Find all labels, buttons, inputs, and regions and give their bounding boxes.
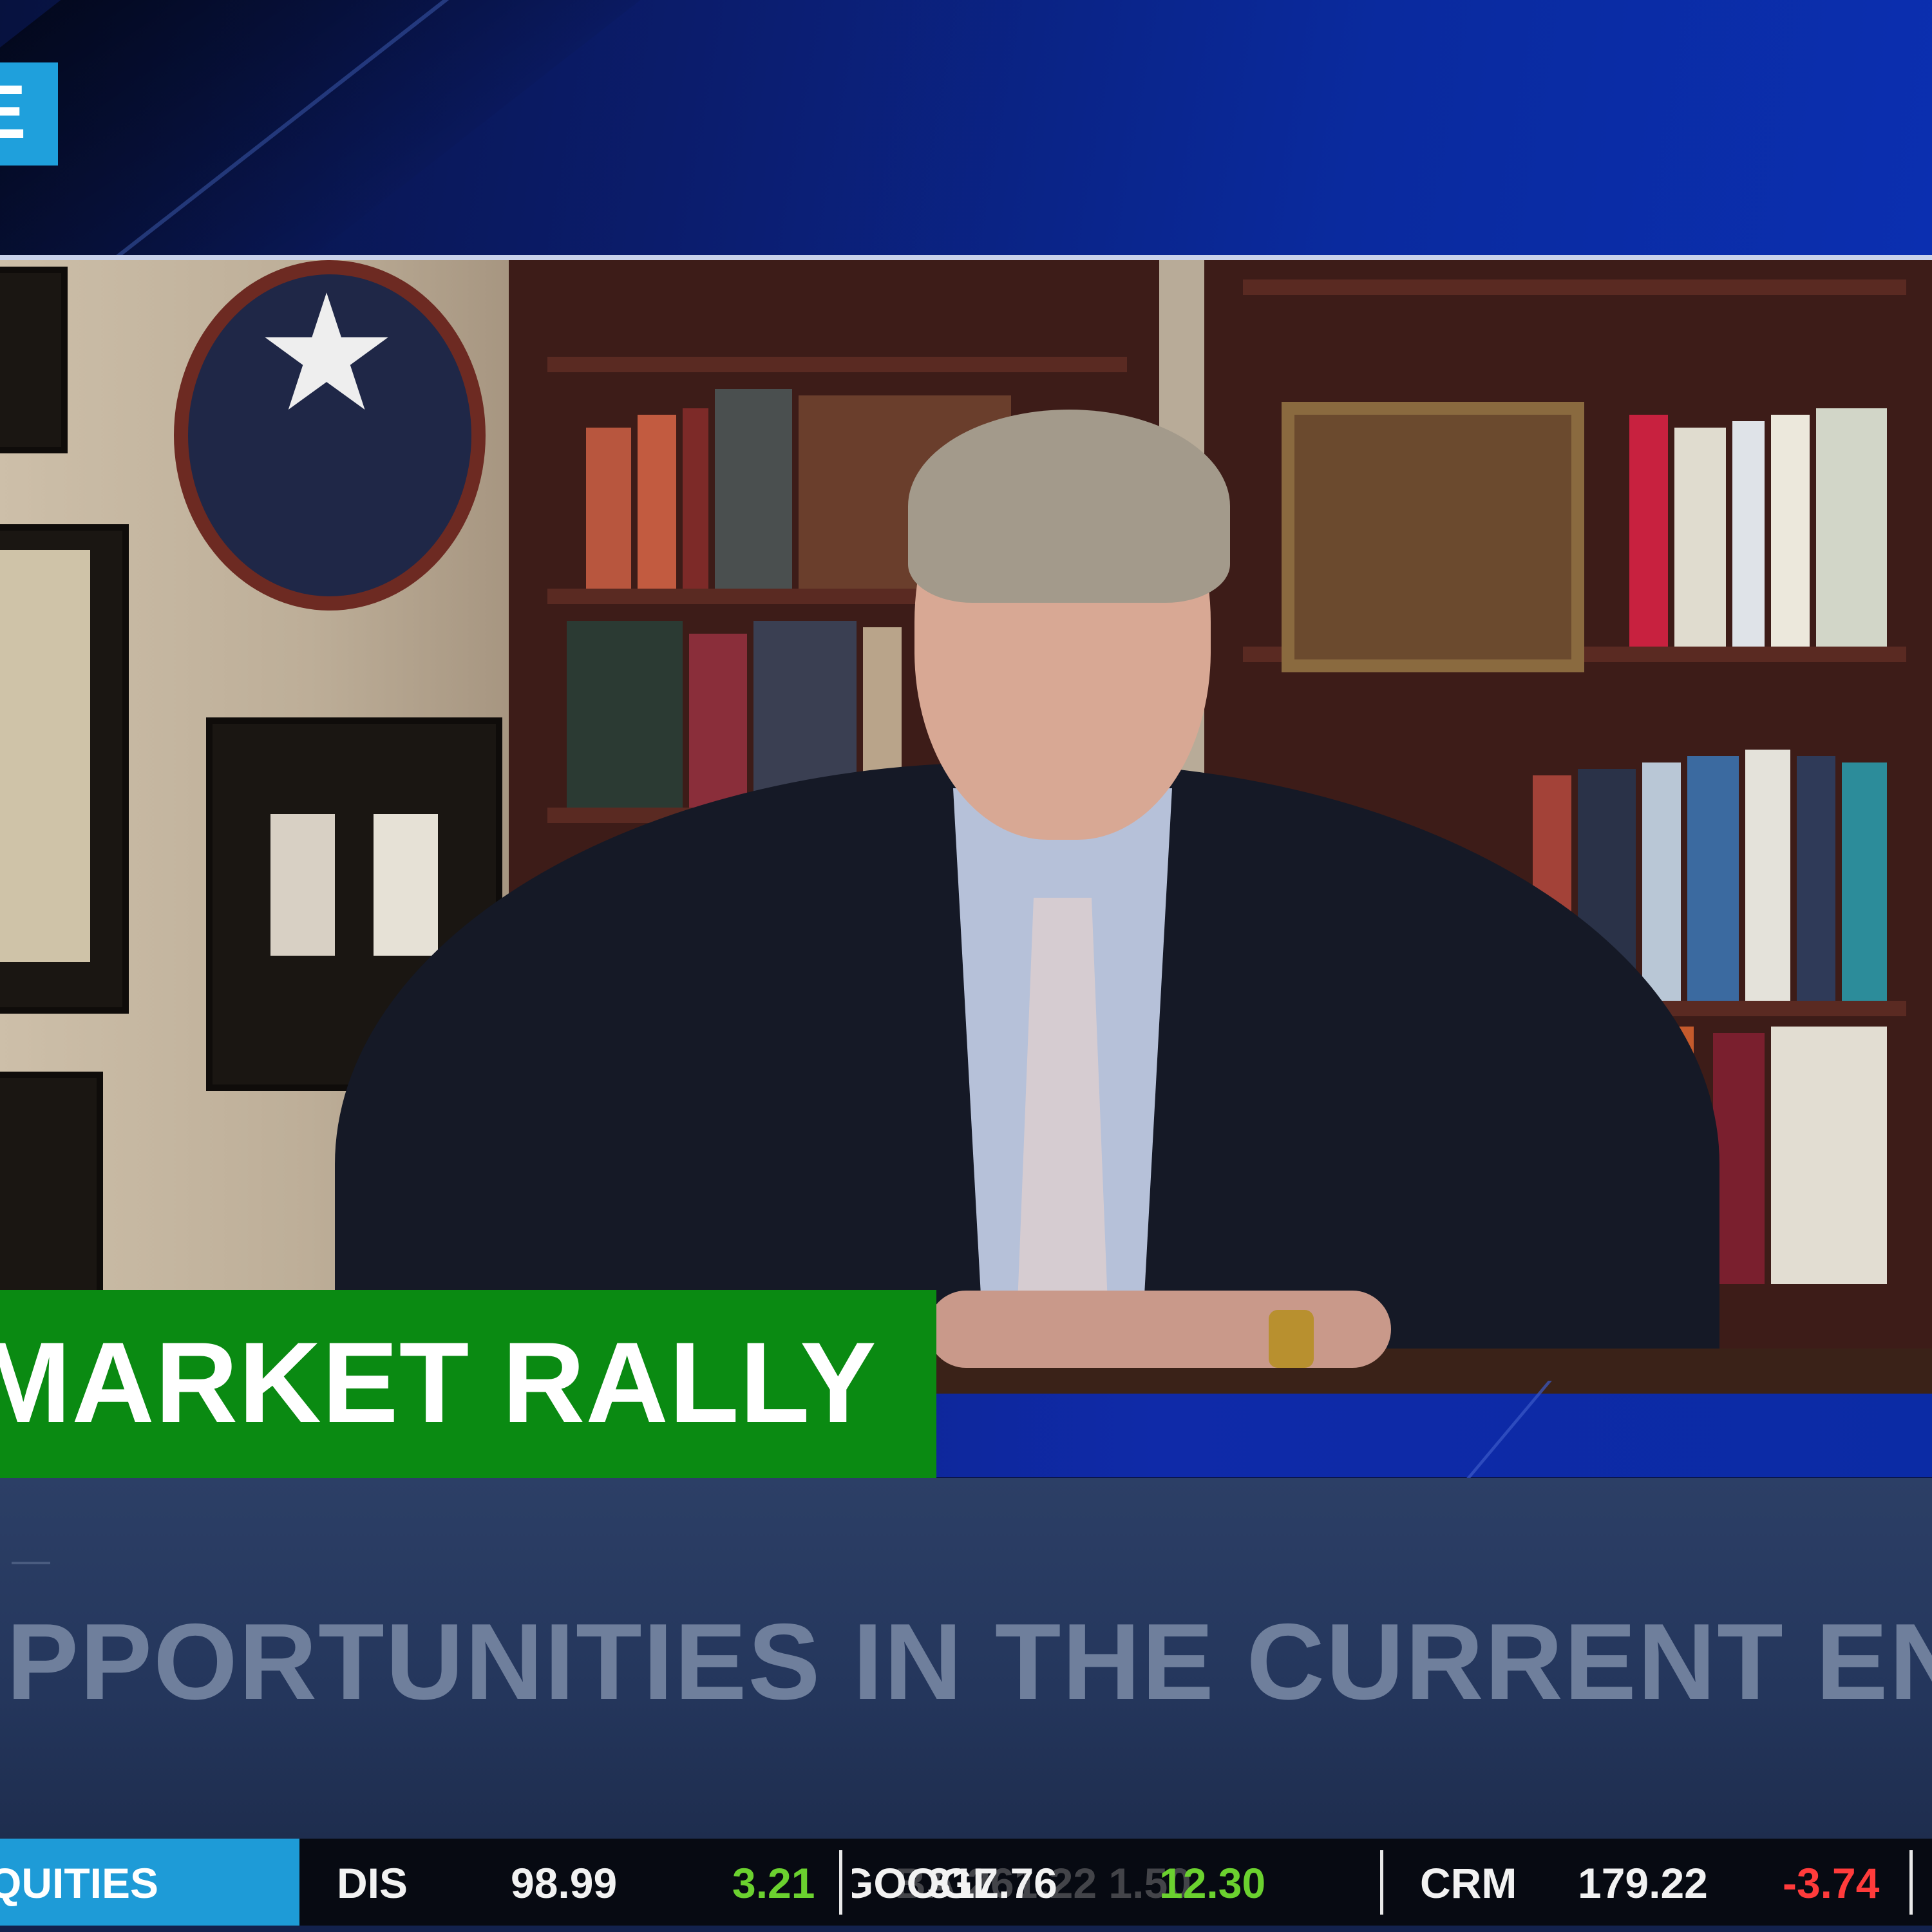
ticker-price: 98.99	[511, 1859, 618, 1907]
video-top-border	[0, 255, 1932, 260]
top-banner: E	[0, 0, 1932, 258]
speaker-hair	[908, 410, 1230, 603]
ticker-change: 12.30	[1159, 1859, 1266, 1907]
banner-stripe	[0, 0, 739, 258]
subtitle-bar: PPORTUNITIES IN THE CURRENT ENVIR	[0, 1478, 1932, 1839]
ticker-bottom-bar	[0, 1926, 1932, 1932]
network-logo-badge: E	[0, 62, 58, 166]
ticker-divider	[839, 1850, 842, 1915]
ticker-change: 3.21	[732, 1859, 815, 1907]
stock-ticker: QUITIES DIS 98.99 3.21 BA 261.22 1.50 GO…	[0, 1839, 1932, 1926]
video-feed: ★	[0, 260, 1932, 1394]
speaker-hands	[927, 1291, 1391, 1368]
ticker-category-text: QUITIES	[0, 1859, 159, 1907]
ticker-divider	[1380, 1850, 1383, 1915]
subtitle-text: PPORTUNITIES IN THE CURRENT ENVIR	[6, 1601, 1932, 1722]
guest-speaker	[0, 260, 1932, 1394]
headline-text: MARKET RALLY	[0, 1318, 877, 1446]
ticker-symbol: DIS	[337, 1859, 408, 1907]
ticker-symbol: CRM	[1420, 1859, 1517, 1907]
ticker-divider	[1909, 1850, 1913, 1915]
ticker-change: -3.74	[1783, 1859, 1880, 1907]
ticker-price: 179.22	[1578, 1859, 1708, 1907]
wristwatch	[1269, 1310, 1314, 1368]
ticker-category-label: QUITIES	[0, 1839, 299, 1926]
network-logo-letter: E	[0, 70, 26, 155]
subtitle-dash	[12, 1562, 50, 1564]
ticker-price: 317.76	[927, 1859, 1057, 1907]
